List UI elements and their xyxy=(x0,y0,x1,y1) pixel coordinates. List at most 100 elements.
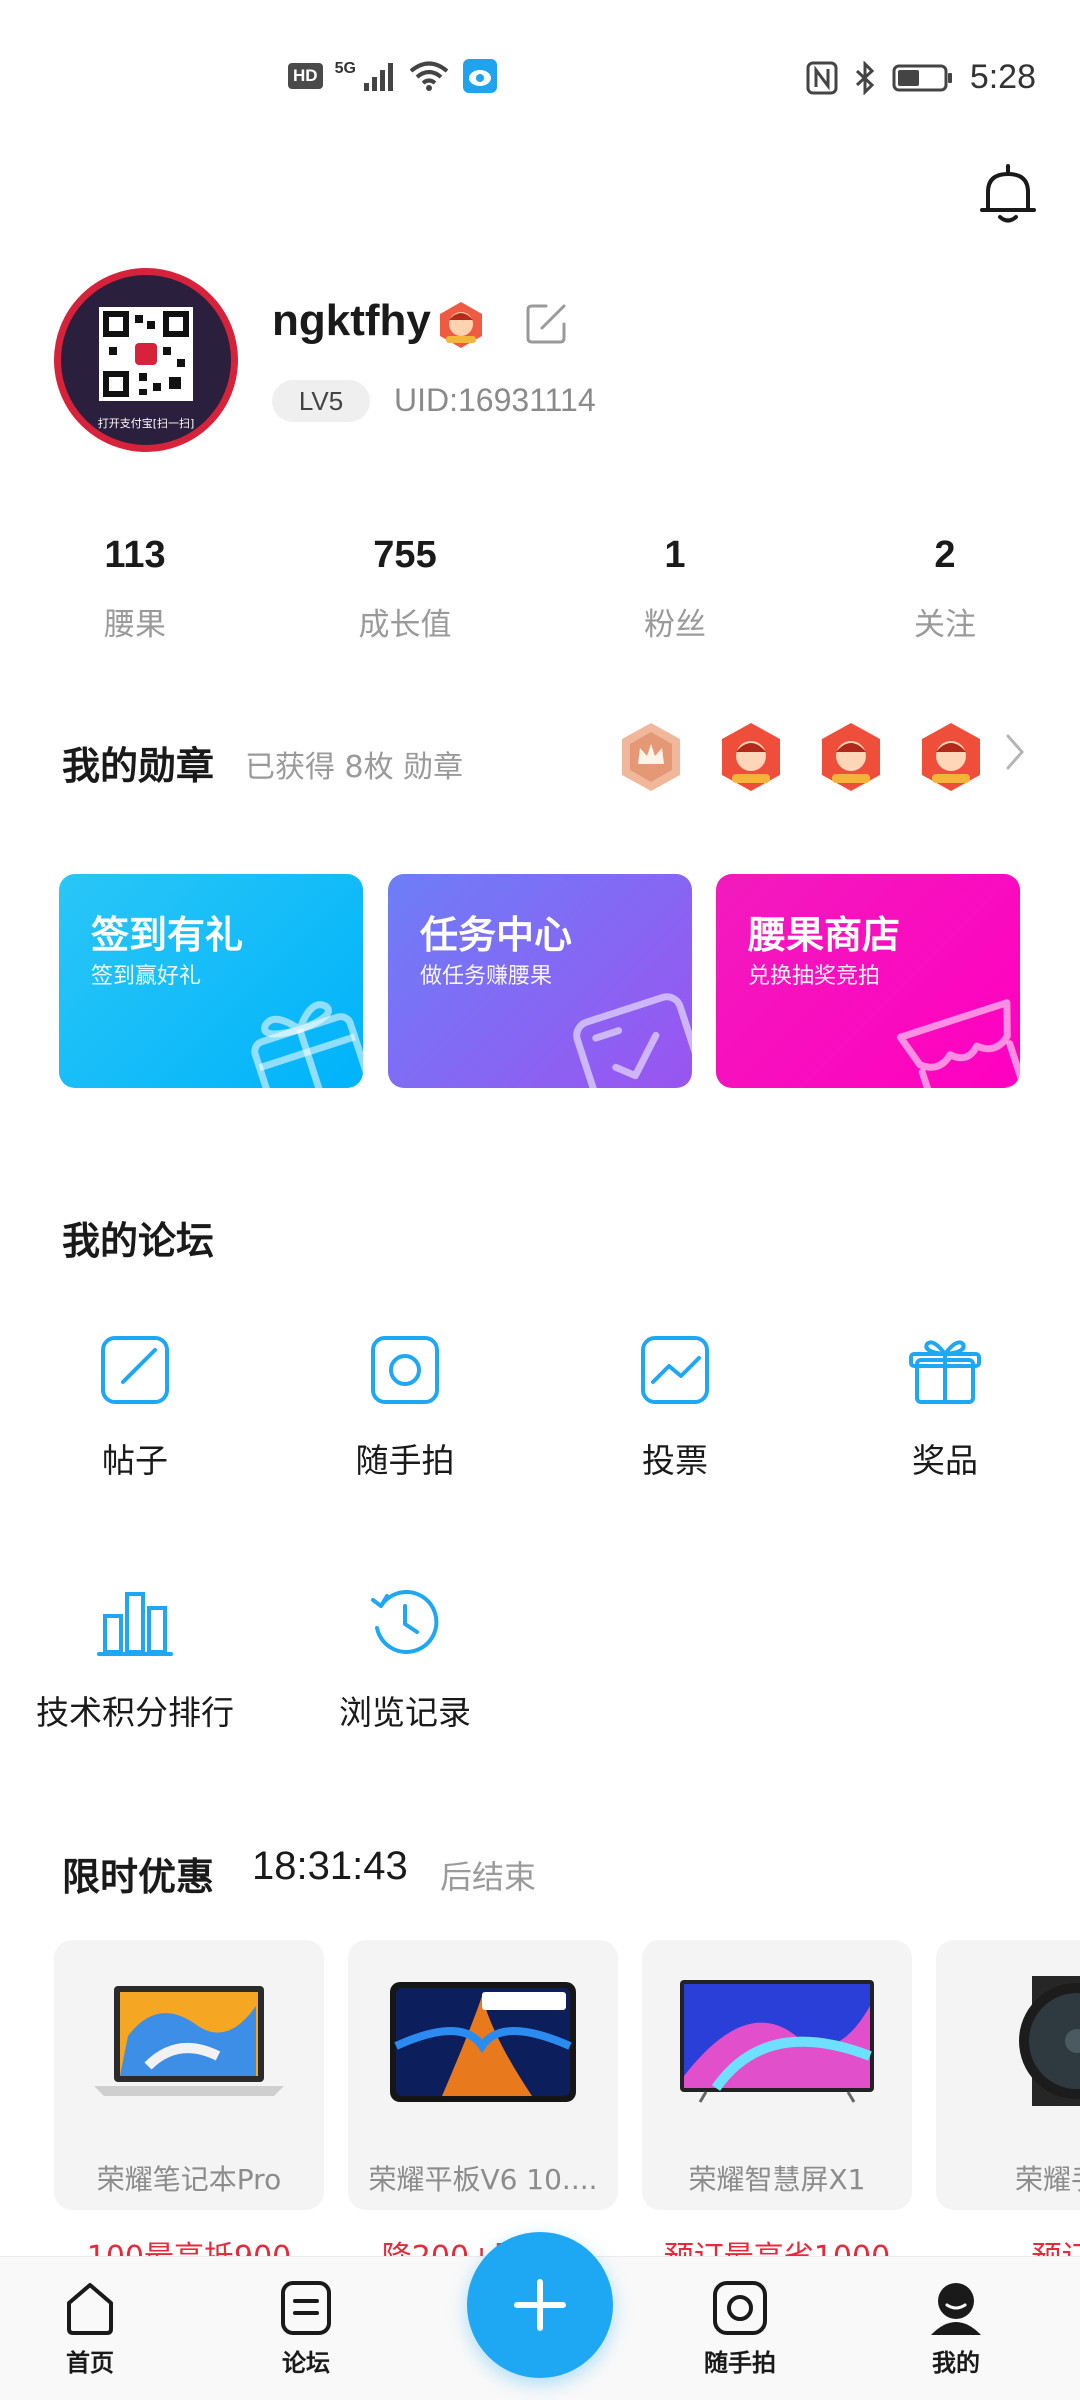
tool-label: 奖品 xyxy=(912,1441,978,1480)
medals-count: 已获得 8枚 勋章 xyxy=(245,750,464,785)
stat-growth[interactable]: 755 成长值 xyxy=(270,534,540,644)
product-card[interactable]: 荣耀手表 xyxy=(936,1940,1080,2210)
home-icon xyxy=(67,2283,113,2335)
medal-character-icon xyxy=(922,723,980,791)
card-title: 腰果商店 xyxy=(748,913,901,957)
nav-forum[interactable]: 论坛 xyxy=(236,2279,376,2378)
nav-me[interactable]: 我的 xyxy=(886,2279,1026,2378)
tv-image xyxy=(680,1980,874,2103)
bar-chart-icon xyxy=(97,1592,173,1656)
tool-label: 帖子 xyxy=(102,1441,168,1480)
nav-label: 首页 xyxy=(66,2349,114,2377)
countdown-timer: 18:31:43 xyxy=(252,1844,408,1888)
medals-title: 我的勋章 xyxy=(62,744,215,788)
forum-tool-history[interactable]: 浏览记录 xyxy=(290,1584,520,1734)
product-list: 荣耀笔记本Pro 荣耀平板V6 10.... 荣耀智慧屏X1 荣耀手表 1 xyxy=(54,1940,1080,2260)
nav-home[interactable]: 首页 xyxy=(20,2279,160,2378)
create-post-button[interactable] xyxy=(467,2232,613,2378)
medal-list[interactable] xyxy=(618,720,984,794)
stat-following[interactable]: 2 关注 xyxy=(810,534,1080,644)
avatar[interactable]: 打开支付宝[扫一扫] xyxy=(54,268,238,452)
medal-crown-icon xyxy=(622,723,680,791)
level-badge: LV5 xyxy=(272,380,370,422)
forum-section-title: 我的论坛 xyxy=(62,1219,215,1263)
shop-card[interactable]: 腰果商店 兑换抽奖竞拍 xyxy=(716,874,1020,1088)
hd-badge: HD xyxy=(288,63,323,89)
stat-followers[interactable]: 1 粉丝 xyxy=(540,534,810,644)
card-subtitle: 签到赢好礼 xyxy=(91,964,202,989)
nav-label: 随手拍 xyxy=(704,2349,776,2377)
stat-label: 成长值 xyxy=(358,607,452,643)
forum-tool-posts[interactable]: 帖子 xyxy=(20,1332,250,1482)
shop-icon xyxy=(896,999,1020,1088)
status-bar: HD 5G 5:28 xyxy=(0,0,1080,150)
edit-profile-icon[interactable] xyxy=(524,300,570,346)
tool-label: 随手拍 xyxy=(355,1441,455,1480)
stat-value: 2 xyxy=(934,534,956,576)
battery-icon xyxy=(892,64,952,91)
card-subtitle: 兑换抽奖竞拍 xyxy=(748,964,881,989)
product-card[interactable]: 荣耀智慧屏X1 xyxy=(642,1940,912,2210)
avatar-caption: 打开支付宝[扫一扫] xyxy=(97,417,195,430)
forum-tool-votes[interactable]: 投票 xyxy=(560,1332,790,1482)
stat-label: 关注 xyxy=(914,607,976,643)
signal-icon xyxy=(363,63,393,91)
status-right: 5:28 xyxy=(806,58,1036,97)
app-notification-icon xyxy=(462,59,497,93)
chevron-right-icon[interactable] xyxy=(1002,732,1028,772)
product-name: 荣耀笔记本Pro xyxy=(96,2163,282,2196)
tool-label: 浏览记录 xyxy=(339,1693,471,1732)
camera-icon xyxy=(713,2281,767,2335)
nfc-icon xyxy=(806,61,838,94)
nav-label: 我的 xyxy=(932,2349,980,2377)
card-title: 签到有礼 xyxy=(91,913,244,957)
forum-tool-snapshots[interactable]: 随手拍 xyxy=(290,1332,520,1482)
nav-snapshot[interactable]: 随手拍 xyxy=(670,2279,810,2378)
user-id: UID:16931114 xyxy=(394,382,596,418)
countdown-suffix: 后结束 xyxy=(440,1858,537,1896)
stat-label: 腰果 xyxy=(104,607,166,643)
post-edit-icon xyxy=(101,1336,169,1404)
product-card[interactable]: 荣耀笔记本Pro xyxy=(54,1940,324,2210)
medal-badge-icon xyxy=(440,302,482,348)
username: ngktfhy xyxy=(272,296,431,345)
flash-sale-title: 限时优惠 xyxy=(62,1855,215,1899)
network-type: 5G xyxy=(334,60,356,77)
stat-label: 粉丝 xyxy=(644,607,706,643)
gift-icon xyxy=(251,1001,363,1088)
laptop-image xyxy=(94,1986,284,2096)
stat-value: 113 xyxy=(104,534,166,576)
stats-row: 113 腰果 755 成长值 1 粉丝 2 关注 xyxy=(0,534,1080,644)
product-name: 荣耀平板V6 10.... xyxy=(368,2163,598,2196)
nav-label: 论坛 xyxy=(282,2349,330,2377)
history-clock-icon xyxy=(371,1590,439,1654)
profile-icon xyxy=(931,2283,981,2335)
wifi-icon xyxy=(409,61,449,91)
avatar-qr-code xyxy=(99,307,193,401)
tablet-image xyxy=(390,1982,576,2102)
gift-icon xyxy=(909,1340,981,1404)
product-card[interactable]: 荣耀平板V6 10.... xyxy=(348,1940,618,2210)
task-icon xyxy=(573,993,692,1088)
tool-label: 投票 xyxy=(642,1441,708,1480)
forum-icon xyxy=(281,2281,331,2335)
watch-image xyxy=(1019,1976,1080,2106)
medal-character-icon xyxy=(822,723,880,791)
tool-label: 技术积分排行 xyxy=(36,1693,234,1732)
camera-icon xyxy=(371,1336,439,1404)
card-subtitle: 做任务赚腰果 xyxy=(420,964,553,989)
bluetooth-icon xyxy=(855,60,874,95)
product-name: 荣耀手表 xyxy=(1014,2163,1080,2196)
stat-points[interactable]: 113 腰果 xyxy=(0,534,270,644)
plus-icon xyxy=(514,2279,566,2331)
forum-tool-prizes[interactable]: 奖品 xyxy=(830,1332,1060,1482)
stat-value: 1 xyxy=(664,534,686,576)
checkin-card[interactable]: 签到有礼 签到赢好礼 xyxy=(59,874,363,1088)
product-name: 荣耀智慧屏X1 xyxy=(688,2163,866,2196)
task-center-card[interactable]: 任务中心 做任务赚腰果 xyxy=(388,874,692,1088)
forum-tool-ranking[interactable]: 技术积分排行 xyxy=(20,1584,250,1734)
medal-character-icon xyxy=(722,723,780,791)
card-title: 任务中心 xyxy=(420,913,573,957)
vote-chart-icon xyxy=(641,1336,709,1404)
notification-bell-icon[interactable] xyxy=(978,162,1038,226)
